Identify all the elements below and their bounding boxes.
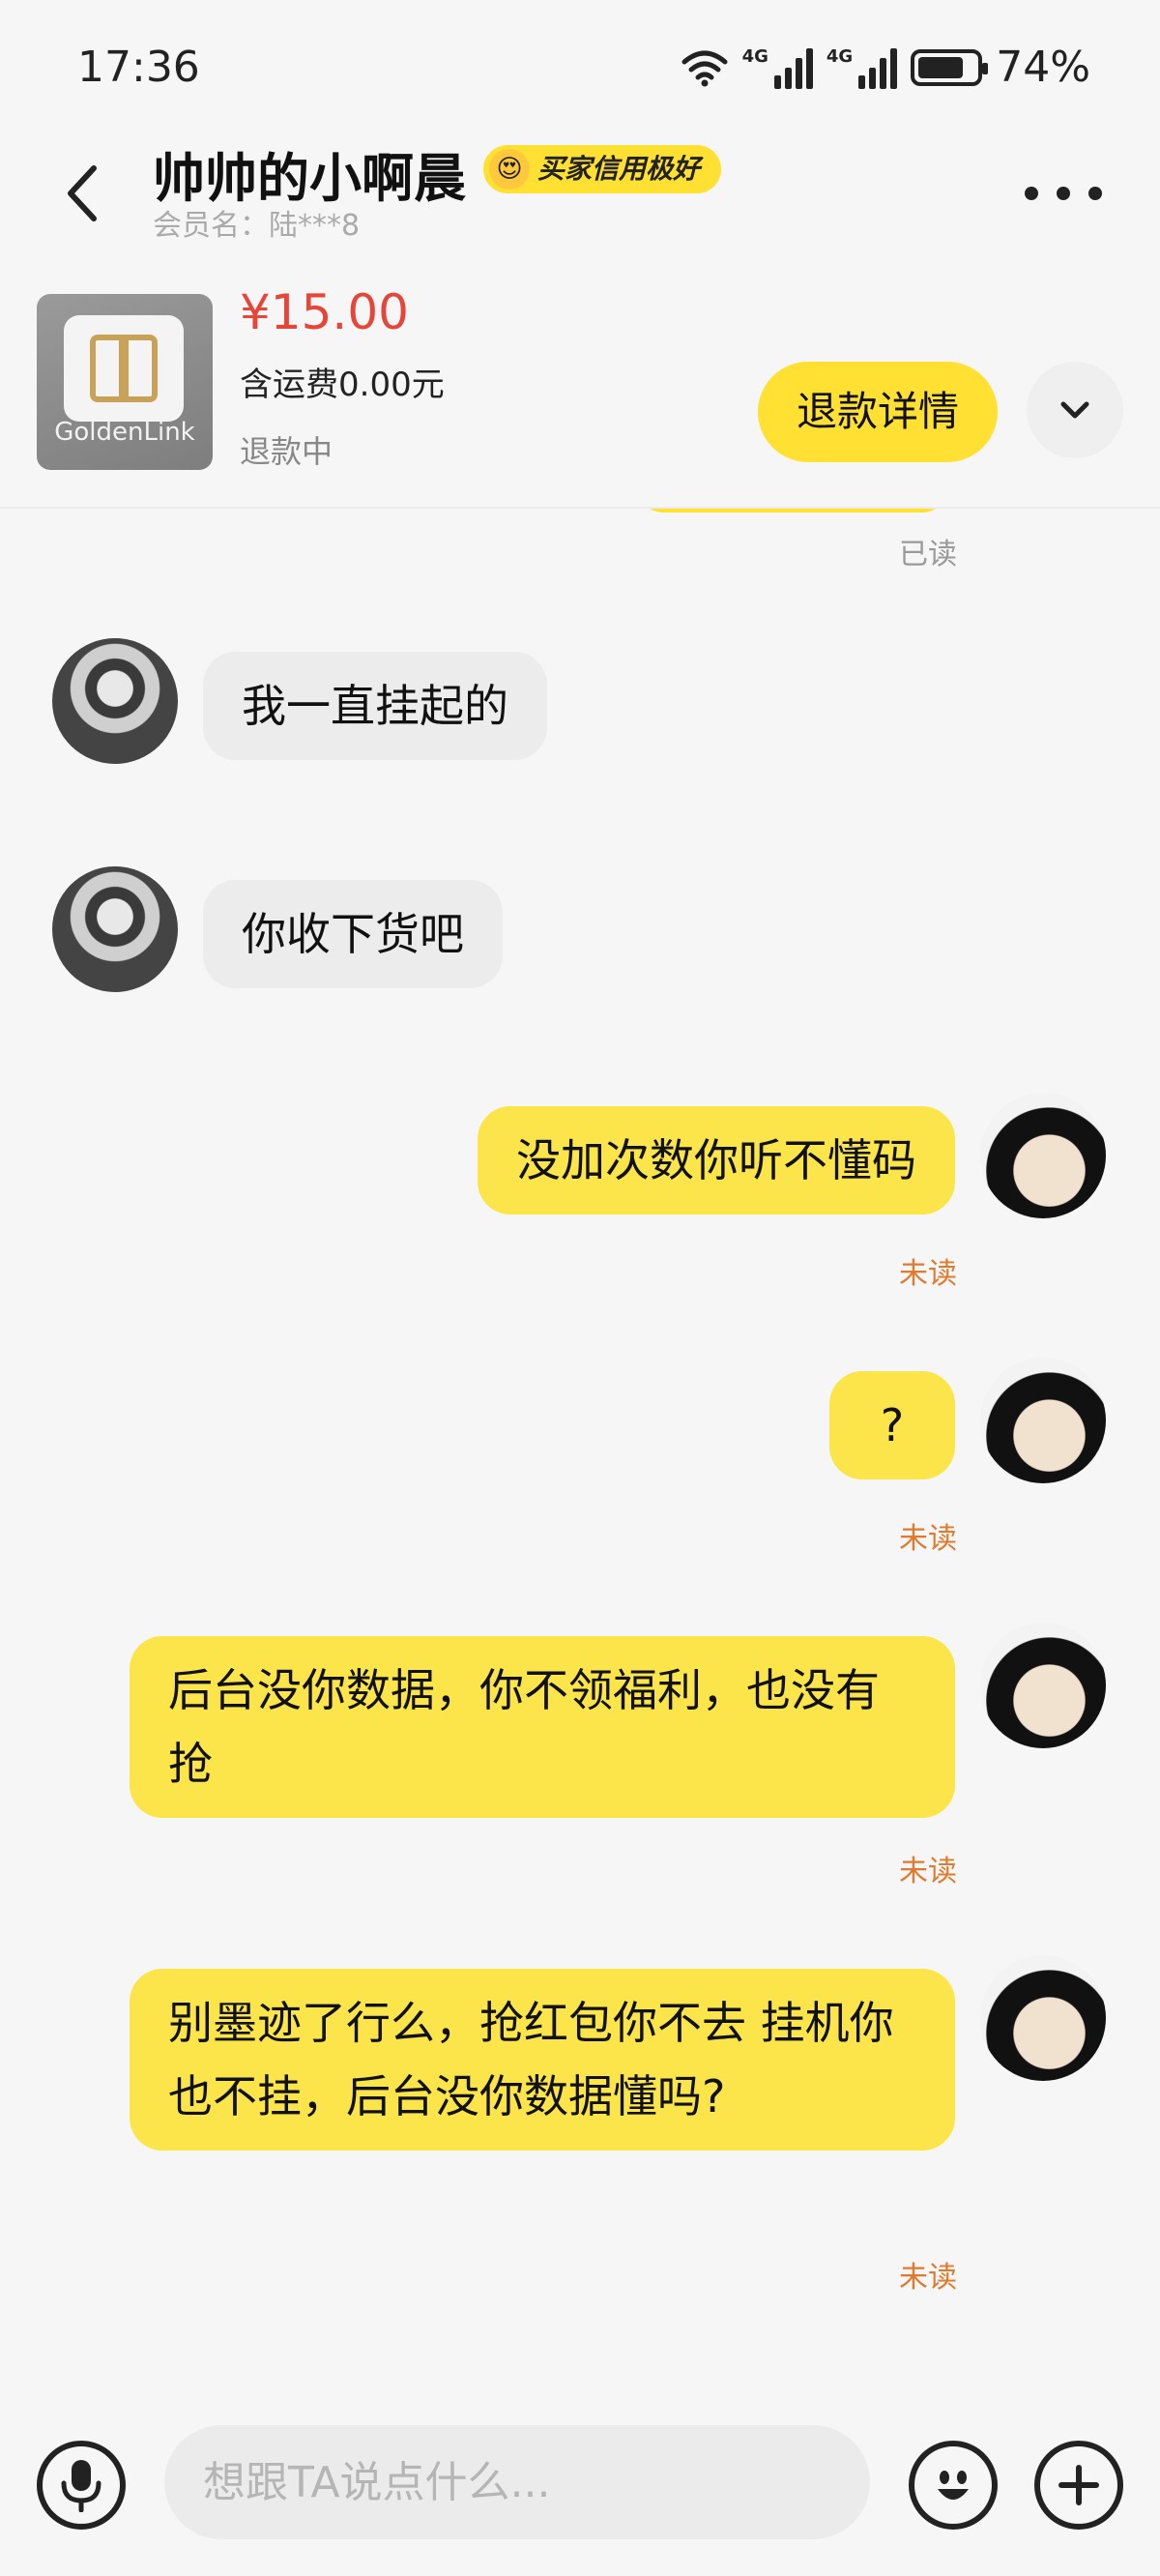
unread-receipt: 未读 [899,2261,957,2295]
unread-receipt: 未读 [899,1257,957,1291]
member-name: 会员名：陆***8 [153,209,361,243]
voice-button[interactable] [37,2441,126,2530]
message-bubble-outgoing[interactable]: 没加次数你听不懂码 [478,1106,955,1215]
input-bar [0,2398,1160,2576]
my-avatar[interactable] [980,1358,1106,1483]
battery-level: 74% [996,43,1090,92]
refund-details-button[interactable]: 退款详情 [758,362,998,462]
plus-icon [1058,2465,1099,2505]
unread-receipt: 未读 [899,1522,957,1556]
microphone-icon [61,2460,102,2512]
back-arrow-icon [68,165,97,221]
credit-badge: 😍 买家信用极好 [483,145,722,193]
wifi-icon [682,50,728,86]
chat-header: 帅帅的小啊晨 😍 买家信用极好 会员名：陆***8 [0,135,1160,251]
shipping-fee: 含运费0.00元 [240,366,445,404]
product-card[interactable]: GoldenLink ¥15.00 含运费0.00元 退款中 退款详情 [0,277,1160,509]
more-actions-button[interactable] [1034,2441,1123,2530]
smile-emoji-icon [938,2471,969,2500]
network-type-label: 4G [741,45,768,67]
heart-eyes-emoji-icon: 😍 [489,149,530,190]
expand-button[interactable] [1027,362,1123,458]
product-logo-text: GoldenLink [54,418,195,447]
refund-status: 退款中 [240,433,334,470]
message-bubble-incoming[interactable]: 你收下货吧 [203,880,503,988]
status-indicators: 4G 4G 74% [681,43,1090,92]
status-time: 17:36 [77,43,200,92]
read-receipt: 已读 [899,538,957,571]
credit-badge-label: 买家信用极好 [537,153,701,185]
contact-avatar[interactable] [52,638,178,764]
product-thumbnail[interactable]: GoldenLink [37,294,213,470]
more-options-button[interactable] [1025,164,1102,222]
my-avatar[interactable] [980,1093,1106,1218]
more-dots-icon [1025,187,1038,200]
back-button[interactable] [48,155,116,232]
cell-signal-icon: 4G [826,45,898,89]
my-avatar[interactable] [980,1623,1106,1748]
contact-avatar[interactable] [52,866,178,992]
message-bubble-outgoing[interactable]: ? [829,1371,955,1479]
message-bubble-outgoing[interactable]: 别墨迹了行么，抢红包你不去 挂机你也不挂，后台没你数据懂吗? [130,1969,955,2151]
chevron-down-icon [1060,401,1089,419]
cell-signal-icon: 4G [742,46,813,89]
status-bar: 17:36 4G 4G 74% [0,0,1160,135]
my-avatar[interactable] [980,1955,1106,2081]
unread-receipt: 未读 [899,1855,957,1888]
product-price: ¥15.00 [240,284,409,340]
message-bubble-outgoing[interactable]: 后台没你数据，你不领福利，也没有抢 [130,1636,955,1818]
battery-icon [911,48,989,86]
message-input[interactable] [164,2425,870,2539]
product-logo [64,315,184,422]
network-type-label: 4G [826,45,854,67]
emoji-button[interactable] [909,2441,998,2530]
message-bubble-incoming[interactable]: 我一直挂起的 [203,652,547,760]
